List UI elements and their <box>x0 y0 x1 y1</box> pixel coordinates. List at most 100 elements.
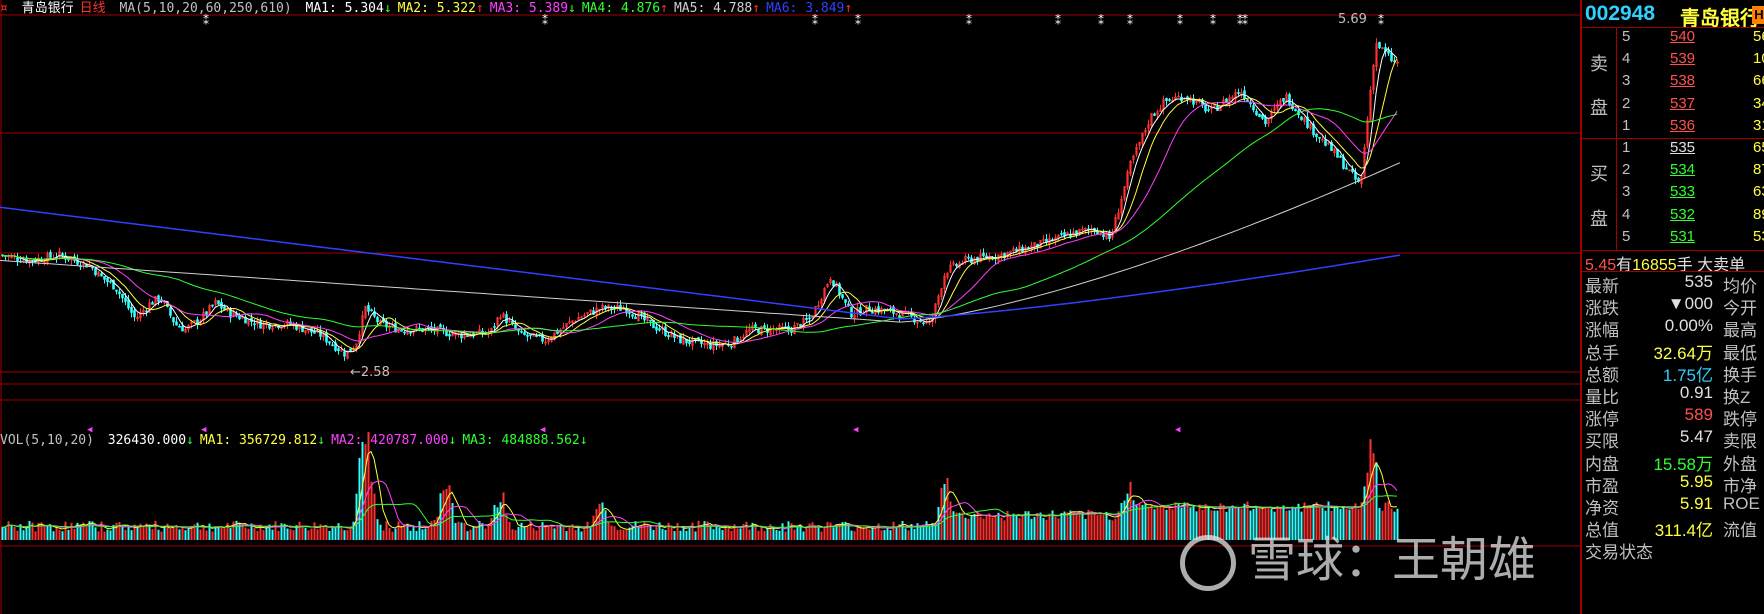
volume-bar <box>475 526 478 540</box>
buy-level-row[interactable]: 1 535 65 <box>1622 139 1764 163</box>
volume-bar <box>124 529 127 540</box>
buy-level-row[interactable]: 4 532 89 <box>1622 206 1764 230</box>
volume-bar <box>7 521 10 540</box>
stat-value: 5.95 <box>1679 471 1713 491</box>
buy-level-row[interactable]: 3 533 63 <box>1622 183 1764 207</box>
volume-bar <box>616 530 619 540</box>
volume-bar <box>613 526 616 540</box>
candle-body <box>1378 41 1381 49</box>
volume-bar <box>472 526 475 540</box>
volume-bar <box>880 530 883 540</box>
candle-body <box>253 323 256 326</box>
volume-bar <box>262 530 265 540</box>
volume-bar <box>724 526 727 540</box>
low-price-label: ←2.58 <box>350 365 390 380</box>
volume-bar <box>925 521 928 540</box>
volume-bar <box>337 523 340 540</box>
volume-bar <box>1120 503 1123 540</box>
volume-bar <box>958 512 961 540</box>
event-marker-icon[interactable]: ⁑ <box>1177 14 1183 28</box>
volume-bar <box>121 525 124 540</box>
price: 535 <box>1670 139 1696 156</box>
volume-bar <box>241 524 244 540</box>
volume-bar <box>223 528 226 540</box>
volume-bar <box>604 510 607 540</box>
volume-bar <box>865 528 868 540</box>
stat-value: 5.91 <box>1679 494 1713 513</box>
volume-bar <box>163 526 166 540</box>
menu-icon[interactable]: ¤ <box>0 1 8 16</box>
sell-level-row[interactable]: 3 538 66 <box>1622 72 1764 96</box>
volume-bar <box>1165 509 1168 540</box>
ma-item-3: MA3: 5.389↓ <box>489 1 576 16</box>
buy-side-label-1: 买 <box>1590 164 1608 184</box>
candle-body <box>169 307 172 316</box>
candle-body <box>736 337 739 343</box>
volume-bar <box>217 526 220 540</box>
candle-body <box>841 294 844 299</box>
candle-body <box>844 299 847 303</box>
stat-value: 589 <box>1684 405 1713 425</box>
volume-bar <box>1078 510 1081 540</box>
level: 4 <box>1622 50 1631 68</box>
event-marker-icon[interactable]: ⁑ <box>1210 14 1216 28</box>
volume-bar <box>349 529 352 540</box>
volume-bar <box>1084 518 1087 540</box>
candle-body <box>367 305 370 312</box>
candle-body <box>175 321 178 326</box>
volume-bar <box>1039 512 1042 540</box>
event-marker-icon[interactable]: ⁑ <box>1378 14 1384 28</box>
volume-bar <box>703 521 706 540</box>
volume-bar <box>919 527 922 540</box>
volume-bar <box>709 526 712 540</box>
stock-name: 青岛银行 <box>21 1 74 16</box>
volume-bar <box>106 529 109 540</box>
event-marker-icon[interactable]: ⁑ <box>1098 14 1104 28</box>
candle-body <box>217 300 220 305</box>
candle-body <box>1237 92 1240 94</box>
sell-level-row[interactable]: 5 540 56 <box>1622 28 1764 52</box>
volume-bar <box>859 526 862 540</box>
candle-body <box>922 322 925 324</box>
period-label[interactable]: 日线 <box>80 1 106 16</box>
volume-bar <box>1012 513 1015 540</box>
candle-body <box>448 333 451 337</box>
level: 1 <box>1622 116 1631 134</box>
candle-body <box>535 335 538 337</box>
candle-body <box>370 309 373 312</box>
buy-level-row[interactable]: 2 534 87 <box>1622 161 1764 185</box>
volume-bar <box>1036 513 1039 540</box>
volume-bar <box>574 530 577 540</box>
volume-bar <box>580 531 583 540</box>
h-share-badge[interactable]: H <box>1752 6 1764 24</box>
candle-body <box>115 289 118 292</box>
volume-bar <box>346 530 349 540</box>
volume-bar <box>1021 514 1024 540</box>
candle-body <box>130 306 133 313</box>
sell-side-label-1: 卖 <box>1590 54 1608 74</box>
volume-bar <box>559 524 562 540</box>
event-marker-icon[interactable]: ⁑ <box>1242 14 1248 28</box>
sell-level-row[interactable]: 2 537 34 <box>1622 95 1764 119</box>
candle-body <box>526 334 529 337</box>
volume-bar <box>997 512 1000 540</box>
volume-bar <box>871 528 874 540</box>
buy-level-row[interactable]: 5 531 53 <box>1622 228 1764 252</box>
stat-row: 交易状态 <box>1585 538 1764 562</box>
price: 538 <box>1670 72 1696 90</box>
volume-bar <box>1030 518 1033 540</box>
volume-bar <box>22 530 25 540</box>
volume-bar <box>199 529 202 540</box>
volume-bar <box>196 522 199 540</box>
event-marker-icon[interactable]: ⁑ <box>966 14 972 28</box>
sell-level-row[interactable]: 4 539 108 <box>1622 50 1764 74</box>
volume-bar <box>451 503 454 540</box>
candle-body <box>400 329 403 332</box>
candle-body <box>1294 108 1297 111</box>
volume-bar <box>955 512 958 540</box>
event-marker-icon[interactable]: ⁑ <box>1055 14 1061 28</box>
volume-bar <box>685 530 688 540</box>
volume-bar <box>136 527 139 540</box>
candle-body <box>376 317 379 323</box>
event-marker-icon[interactable]: ⁑ <box>1127 14 1133 28</box>
